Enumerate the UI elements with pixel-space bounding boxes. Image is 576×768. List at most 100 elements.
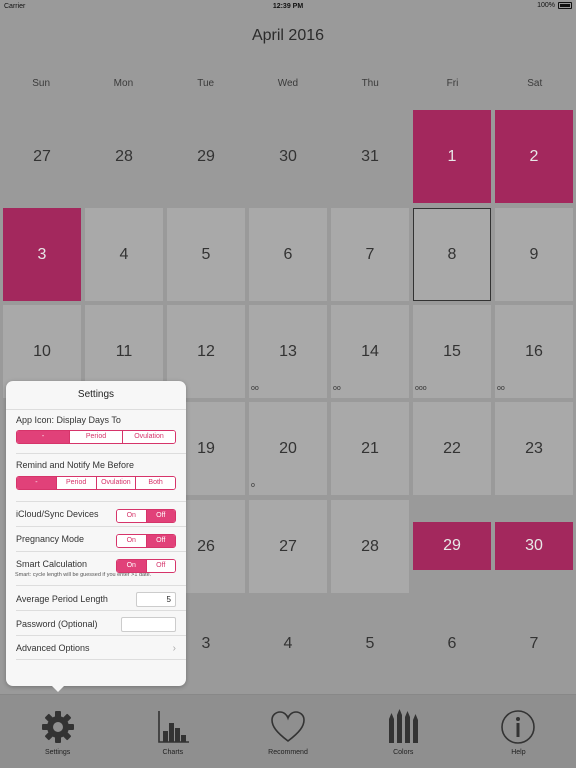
- tab-settings[interactable]: Settings: [0, 695, 115, 768]
- day-markers: o: [251, 482, 255, 489]
- calendar-day[interactable]: 30: [495, 522, 573, 570]
- gear-icon: [41, 711, 74, 743]
- heart-icon: [271, 711, 305, 743]
- calendar-day[interactable]: 8: [413, 208, 491, 301]
- weekday-label: Sun: [32, 78, 51, 89]
- status-time: 12:39 PM: [272, 3, 304, 10]
- chevron-right-icon: ›: [172, 643, 176, 654]
- day-markers: oo: [497, 385, 505, 392]
- status-bar: Carrier 12:39 PM 100%: [0, 0, 576, 14]
- remind-option-none[interactable]: -: [17, 477, 56, 489]
- calendar-day[interactable]: 5: [167, 208, 245, 301]
- icloud-off-button[interactable]: Off: [145, 510, 175, 522]
- calendar-day[interactable]: 15 ooo: [413, 305, 491, 398]
- day-number: 31: [361, 147, 379, 165]
- calendar-day[interactable]: 6: [249, 208, 327, 301]
- calendar-day[interactable]: 13 oo: [249, 305, 327, 398]
- calendar-day[interactable]: 28: [85, 110, 163, 203]
- month-title: April 2016: [251, 27, 325, 44]
- calendar-day[interactable]: 29: [167, 110, 245, 203]
- day-number: 2: [529, 147, 539, 165]
- pregnancy-off-button[interactable]: Off: [145, 535, 175, 547]
- day-number: 6: [447, 634, 457, 652]
- day-number: 28: [361, 537, 379, 555]
- calendar-day[interactable]: 5: [331, 597, 409, 690]
- calendar-day[interactable]: 22: [413, 402, 491, 495]
- calendar-day[interactable]: 7: [331, 208, 409, 301]
- day-number: 29: [197, 147, 215, 165]
- calendar-day[interactable]: 27: [3, 110, 81, 203]
- calendar-day[interactable]: 4: [85, 208, 163, 301]
- calendar-day[interactable]: 14 oo: [331, 305, 409, 398]
- avg-period-input[interactable]: 5: [136, 592, 176, 607]
- weekday-label: Fri: [446, 78, 459, 89]
- day-number: 22: [443, 439, 461, 457]
- smart-calc-toggle: On Off: [116, 559, 176, 573]
- popover-arrow: [50, 684, 66, 692]
- calendar-day[interactable]: 6: [413, 597, 491, 690]
- tab-help[interactable]: Help: [461, 695, 576, 768]
- day-number: 20: [279, 439, 297, 457]
- day-number: 26: [197, 537, 215, 555]
- calendar-day[interactable]: 2: [495, 110, 573, 203]
- calendar-day[interactable]: 16 oo: [495, 305, 573, 398]
- day-number: 3: [37, 245, 47, 263]
- pregnancy-on-button[interactable]: On: [117, 535, 146, 547]
- pregnancy-row: Pregnancy Mode On Off: [16, 526, 186, 551]
- remind-option-both[interactable]: Both: [135, 477, 175, 489]
- tab-charts[interactable]: Charts: [115, 695, 230, 768]
- calendar-day[interactable]: 3: [3, 208, 81, 301]
- icloud-on-button[interactable]: On: [117, 510, 146, 522]
- day-number: 5: [365, 634, 375, 652]
- app-icon-label: App Icon: Display Days To: [16, 415, 121, 425]
- day-number: 9: [529, 245, 539, 263]
- tab-label: Recommend: [268, 749, 308, 756]
- calendar-day[interactable]: 20 o: [249, 402, 327, 495]
- bar-chart-icon: [157, 711, 189, 743]
- day-number: 21: [361, 439, 379, 457]
- calendar-day[interactable]: 4: [249, 597, 327, 690]
- pencils-icon: [389, 709, 419, 743]
- calendar-day[interactable]: 28: [331, 500, 409, 593]
- calendar-day[interactable]: 30: [249, 110, 327, 203]
- icloud-toggle: On Off: [116, 509, 176, 523]
- tab-recommend[interactable]: Recommend: [230, 695, 345, 768]
- smart-calc-off-button[interactable]: Off: [145, 560, 175, 572]
- day-number: 14: [361, 342, 379, 360]
- weekday-header: Sun Mon Tue Wed Thu Fri Sat: [0, 78, 576, 89]
- app-icon-option-ovulation[interactable]: Ovulation: [122, 431, 175, 443]
- smart-calc-on-button[interactable]: On: [117, 560, 146, 572]
- weekday-label: Thu: [361, 78, 379, 89]
- calendar-day[interactable]: 9: [495, 208, 573, 301]
- calendar-day[interactable]: 27: [249, 500, 327, 593]
- icloud-row: iCloud/Sync Devices On Off: [16, 501, 186, 526]
- day-number: 3: [201, 634, 211, 652]
- calendar-day[interactable]: 21: [331, 402, 409, 495]
- day-number: 27: [33, 147, 51, 165]
- calendar-day[interactable]: 29: [413, 522, 491, 570]
- battery-indicator: 100%: [537, 2, 572, 9]
- password-input[interactable]: [121, 617, 176, 632]
- weekday-label: Sat: [527, 78, 543, 89]
- calendar-day[interactable]: 1: [413, 110, 491, 203]
- day-number: 1: [447, 147, 457, 165]
- app-icon-option-period[interactable]: Period: [69, 431, 122, 443]
- popover-title: Settings: [77, 389, 115, 400]
- app-icon-section: App Icon: Display Days To - Period Ovula…: [6, 409, 186, 453]
- app-icon-option-none[interactable]: -: [17, 431, 69, 443]
- calendar-day[interactable]: 31: [331, 110, 409, 203]
- calendar-day[interactable]: 23: [495, 402, 573, 495]
- day-number: 8: [447, 245, 457, 263]
- smart-calc-row: Smart Calculation On Off Smart: cycle le…: [15, 551, 186, 585]
- calendar-day[interactable]: 7: [495, 597, 573, 690]
- remind-option-period[interactable]: Period: [55, 477, 96, 489]
- tab-colors[interactable]: Colors: [346, 695, 461, 768]
- password-row: Password (Optional): [16, 610, 186, 635]
- day-number: 29: [443, 537, 461, 554]
- day-markers: oo: [333, 385, 341, 392]
- info-icon: [501, 710, 536, 744]
- day-number: 27: [279, 537, 297, 555]
- advanced-options-row[interactable]: Advanced Options ›: [16, 635, 186, 660]
- remind-option-ovulation[interactable]: Ovulation: [95, 477, 136, 489]
- weekday-label: Mon: [113, 78, 134, 89]
